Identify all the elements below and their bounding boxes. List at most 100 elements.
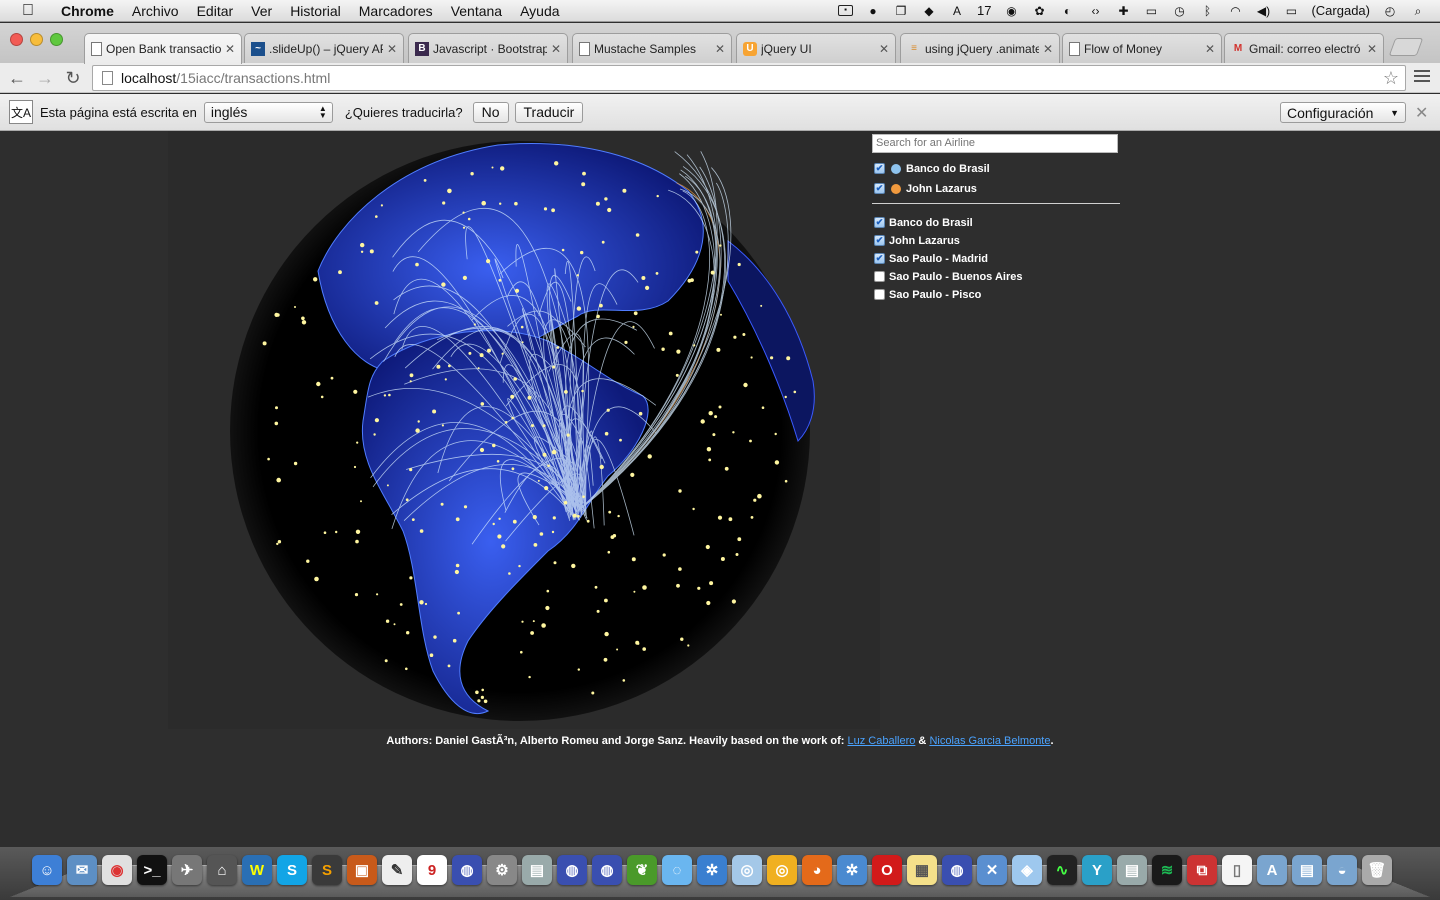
battery-icon[interactable]: ▭ [1283,4,1299,18]
code-icon[interactable]: ‹› [1087,4,1103,18]
apple-menu-icon[interactable]:  [18,2,38,20]
wunderlist-icon[interactable]: W [242,855,272,885]
clock-icon[interactable]: ◴ [1382,4,1398,18]
preview-icon[interactable]: ▤ [522,855,552,885]
box-icon[interactable]: ▣ [347,855,377,885]
bluetooth-icon[interactable]: ᛒ [1199,4,1215,18]
forward-arrow-icon[interactable]: → [34,67,56,89]
volume-icon[interactable]: ◀) [1255,4,1271,18]
close-tab-icon[interactable]: ✕ [715,42,725,56]
chrome-canary-icon[interactable]: ◎ [767,855,797,885]
close-tab-icon[interactable]: ✕ [879,42,889,56]
system-preferences-icon[interactable]: ⚙ [487,855,517,885]
calendar-icon[interactable]: A [949,4,965,18]
grid-icon[interactable]: ✚ [1115,4,1131,18]
chrome-menu-icon[interactable] [1414,70,1430,85]
legend-item-john-lazarus[interactable]: ✔ John Lazarus [874,179,1122,199]
leaf-icon[interactable]: ❦ [627,855,657,885]
textedit-icon[interactable]: ✎ [382,855,412,885]
messages-icon[interactable]: ◌ [662,855,692,885]
address-bar[interactable]: localhost/15iacc/transactions.html ☆ [92,65,1406,91]
documents-folder-icon[interactable]: ▤ [1292,855,1322,885]
trash-icon[interactable]: 🗑 [1362,855,1392,885]
tab-gmail[interactable]: M Gmail: correo electró ✕ [1224,33,1384,63]
filter-item-sao-paulo-buenos-aires[interactable]: Sao Paulo - Buenos Aires [874,268,1122,286]
chromium-icon[interactable]: ◎ [732,855,762,885]
firefox-icon[interactable]: ◕ [802,855,832,885]
menu-marcadores[interactable]: Marcadores [350,3,442,19]
menu-ventana[interactable]: Ventana [442,3,511,19]
finder-icon[interactable]: ☺ [32,855,62,885]
app-globe-icon[interactable]: ◍ [942,855,972,885]
close-tab-icon[interactable]: ✕ [1205,42,1215,56]
display-icon[interactable]: ▪ [838,5,853,16]
translate-settings-select[interactable]: Configuración ▼ [1280,102,1406,123]
legend-checkbox[interactable]: ✔ [874,183,885,194]
airline-search-input[interactable] [872,133,1118,153]
filter-checkbox[interactable]: ✔ [874,217,885,228]
time-machine-icon[interactable]: ◷ [1171,4,1187,18]
wifi-icon[interactable]: ◠ [1227,4,1243,18]
close-tab-icon[interactable]: ✕ [551,42,561,56]
evernote-icon[interactable]: ● [865,4,881,18]
language-select[interactable]: inglés ▲ ▼ [203,101,333,123]
home-icon[interactable]: ⌂ [207,855,237,885]
tab-bootstrap-javascript[interactable]: B Javascript · Bootstrap ✕ [408,33,568,63]
app-globe-icon[interactable]: ◍ [557,855,587,885]
close-infobar-icon[interactable]: ✕ [1415,103,1428,123]
tab-mustache-samples[interactable]: Mustache Samples ✕ [572,33,732,63]
globe-visualization[interactable] [168,131,880,729]
zoom-window-button[interactable] [50,33,63,46]
spotify-icon[interactable]: ≋ [1152,855,1182,885]
translate-button[interactable]: Traducir [514,101,584,123]
sublime-text-icon[interactable]: S [312,855,342,885]
no-translate-button[interactable]: No [472,101,509,123]
filter-item-john-lazarus[interactable]: ✔ John Lazarus [874,232,1122,250]
menu-ver[interactable]: Ver [242,3,281,19]
yammer-icon[interactable]: Y [1082,855,1112,885]
reload-icon[interactable]: ↻ [62,67,84,89]
close-tab-icon[interactable]: ✕ [1367,42,1377,56]
dropbox-icon[interactable]: ◆ [921,4,937,18]
close-tab-icon[interactable]: ✕ [387,42,397,56]
preview-alt-icon[interactable]: ▤ [1117,855,1147,885]
tab-flow-of-money[interactable]: Flow of Money ✕ [1062,33,1222,63]
credit-link-nicolas-garcia-belmonte[interactable]: Nicolas Garcia Belmonte [929,735,1050,747]
menu-archivo[interactable]: Archivo [123,3,188,19]
menu-historial[interactable]: Historial [281,3,350,19]
parallels-icon[interactable]: ⧉ [1187,855,1217,885]
skype-icon[interactable]: S [277,855,307,885]
menu-app-name[interactable]: Chrome [52,3,123,19]
tab-jquery-slideup[interactable]: ~ .slideUp() – jQuery AP ✕ [244,33,404,63]
filter-checkbox[interactable] [874,271,885,282]
calendar-dock-icon[interactable]: 9 [417,855,447,885]
stickies-icon[interactable]: ▦ [907,855,937,885]
paw-icon[interactable]: ✿ [1031,4,1047,18]
filter-item-sao-paulo-pisco[interactable]: Sao Paulo - Pisco [874,286,1122,304]
bookmark-star-icon[interactable]: ☆ [1383,68,1399,89]
contrast-icon[interactable]: ◐ [1059,4,1075,18]
menu-ayuda[interactable]: Ayuda [511,3,568,19]
screen-icon[interactable]: ▭ [1143,4,1159,18]
legend-checkbox[interactable]: ✔ [874,163,885,174]
chrome-icon[interactable]: ◉ [102,855,132,885]
tab-jquery-animate[interactable]: ≡ using jQuery .animate ✕ [900,33,1060,63]
new-tab-button[interactable] [1388,38,1424,56]
credit-link-luz-caballero[interactable]: Luz Caballero [847,735,915,747]
mail-icon[interactable]: ✉ [67,855,97,885]
minimize-window-button[interactable] [30,33,43,46]
copy-icon[interactable]: ❐ [893,4,909,18]
app-globe-icon[interactable]: ◍ [592,855,622,885]
cyberduck-icon[interactable]: ✈ [172,855,202,885]
back-arrow-icon[interactable]: ← [6,67,28,89]
menu-editar[interactable]: Editar [188,3,243,19]
tab-jquery-ui[interactable]: U jQuery UI ✕ [736,33,896,63]
spotlight-search-icon[interactable]: ⌕ [1410,4,1426,18]
downloads-folder-icon[interactable]: ◒ [1327,855,1357,885]
safari-icon[interactable]: ✲ [697,855,727,885]
battery-status[interactable]: (Cargada) [1311,3,1370,18]
document-icon[interactable]: ▯ [1222,855,1252,885]
safari-alt-icon[interactable]: ✲ [837,855,867,885]
virtualbox-icon[interactable]: ◈ [1012,855,1042,885]
app-globe-icon[interactable]: ◍ [452,855,482,885]
